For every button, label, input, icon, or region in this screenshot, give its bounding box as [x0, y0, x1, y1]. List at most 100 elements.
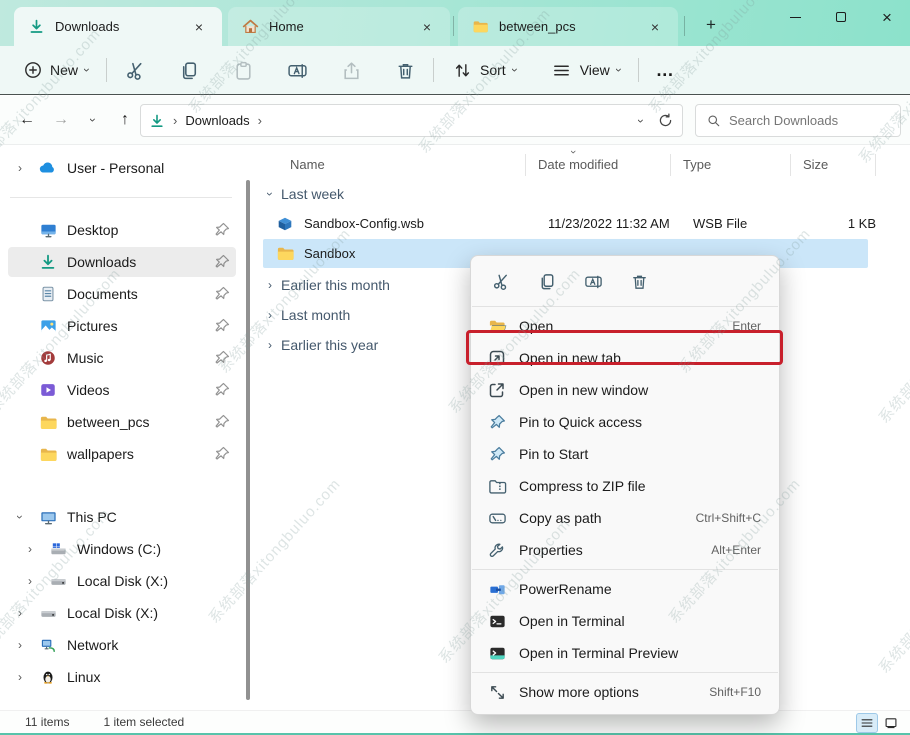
chevron-right-icon[interactable]: › [18, 574, 42, 588]
tab-downloads[interactable]: Downloads × [14, 7, 222, 46]
share-button[interactable] [331, 53, 371, 87]
menu-item-powerrename[interactable]: PowerRename [475, 573, 775, 605]
chevron-down-icon: › [612, 68, 626, 72]
paste-button[interactable] [223, 53, 263, 87]
column-header-size[interactable]: Size [803, 157, 828, 172]
details-view-button[interactable] [856, 713, 878, 733]
folder-icon [38, 444, 58, 464]
sidebar-item-music[interactable]: Music [8, 343, 236, 373]
group-header-earlier-this-month[interactable]: › Earlier this month [259, 272, 390, 298]
column-header-type[interactable]: Type [683, 157, 711, 172]
sidebar-item-between-pcs[interactable]: between_pcs [8, 407, 236, 437]
chevron-right-icon[interactable]: › [8, 606, 32, 620]
new-tab-button[interactable]: + [698, 12, 724, 38]
cut-button[interactable] [115, 53, 155, 87]
sidebar-item-network[interactable]: › Network [8, 630, 236, 660]
address-dropdown-icon[interactable]: › [634, 119, 648, 123]
breadcrumb[interactable]: Downloads [185, 113, 249, 128]
menu-item-label: Properties [519, 542, 711, 558]
sort-direction-icon: › [567, 150, 579, 154]
chevron-right-icon[interactable]: › [8, 638, 32, 652]
new-button[interactable]: New › [14, 53, 98, 87]
sidebar-item-documents[interactable]: Documents [8, 279, 236, 309]
sidebar-scrollbar[interactable] [246, 180, 250, 700]
sidebar-item-onedrive[interactable]: › User - Personal [8, 153, 236, 183]
up-button[interactable]: ↑ [110, 105, 140, 135]
new-button-label: New [50, 62, 78, 78]
file-row-sandbox-config[interactable]: Sandbox-Config.wsb 11/23/2022 11:32 AM W… [263, 209, 868, 238]
trash-icon[interactable] [623, 267, 655, 295]
pin-icon [214, 222, 230, 238]
chevron-right-icon[interactable]: › [8, 161, 32, 175]
menu-item-pin-to-quick-access[interactable]: Pin to Quick access [475, 406, 775, 438]
tab-close-icon[interactable]: × [642, 14, 668, 40]
group-header-last-month[interactable]: › Last month [259, 302, 350, 328]
sidebar-item-videos[interactable]: Videos [8, 375, 236, 405]
sidebar-item-desktop[interactable]: Desktop [8, 215, 236, 245]
rename-icon [286, 59, 308, 81]
group-header-earlier-this-year[interactable]: › Earlier this year [259, 332, 378, 358]
rename-button[interactable] [277, 53, 317, 87]
copy-icon[interactable] [531, 267, 563, 295]
wsb-file-icon [275, 214, 295, 234]
chevron-right-icon: › [258, 113, 262, 128]
column-header-date[interactable]: Date modified [538, 157, 618, 172]
chevron-right-icon[interactable]: › [18, 542, 42, 556]
sidebar-item-local-disk-x1[interactable]: › Local Disk (X:) [18, 566, 236, 596]
forward-button[interactable]: → [46, 105, 76, 135]
column-divider [670, 154, 671, 176]
tab-between-pcs[interactable]: between_pcs × [458, 7, 678, 46]
menu-item-copy-as-path[interactable]: Copy as path Ctrl+Shift+C [475, 502, 775, 534]
file-explorer-window: Downloads × Home × between_pcs × + × [0, 0, 910, 735]
sidebar-item-label: This PC [67, 509, 236, 525]
chevron-down-icon[interactable]: › [13, 505, 27, 529]
menu-item-open-in-terminal[interactable]: Open in Terminal [475, 605, 775, 637]
downloads-icon [38, 252, 58, 272]
sidebar-item-pictures[interactable]: Pictures [8, 311, 236, 341]
sidebar-item-linux[interactable]: › Linux [8, 662, 236, 692]
refresh-icon[interactable] [657, 112, 674, 129]
sort-button[interactable]: Sort › [442, 53, 526, 87]
menu-item-show-more-options[interactable]: Show more options Shift+F10 [475, 676, 775, 708]
menu-item-open-in-terminal-preview[interactable]: Open in Terminal Preview [475, 637, 775, 669]
more-options-button[interactable]: … [647, 53, 683, 87]
copy-button[interactable] [169, 53, 209, 87]
rename-icon[interactable] [577, 267, 609, 295]
chevron-down-icon: › [508, 68, 522, 72]
sidebar-item-label: Windows (C:) [77, 541, 236, 557]
group-header-last-week[interactable]: › Last week [259, 181, 344, 207]
back-button[interactable]: ← [12, 105, 42, 135]
menu-item-properties[interactable]: Properties Alt+Enter [475, 534, 775, 566]
tab-home[interactable]: Home × [228, 7, 450, 46]
search-icon [706, 113, 721, 128]
column-header-name[interactable]: Name [290, 157, 325, 172]
thumbnail-view-button[interactable] [880, 713, 902, 733]
cut-icon[interactable] [485, 267, 517, 295]
sidebar-item-downloads[interactable]: Downloads [8, 247, 236, 277]
folder-icon [472, 18, 489, 35]
sidebar-item-windows-c[interactable]: › Windows (C:) [18, 534, 236, 564]
tab-close-icon[interactable]: × [414, 14, 440, 40]
menu-item-compress-to-zip[interactable]: Compress to ZIP file [475, 470, 775, 502]
view-button[interactable]: View › [542, 53, 630, 87]
sidebar-item-local-disk-x2[interactable]: › Local Disk (X:) [8, 598, 236, 628]
menu-item-pin-to-start[interactable]: Pin to Start [475, 438, 775, 470]
chevron-right-icon[interactable]: › [8, 670, 32, 684]
minimize-button[interactable] [772, 0, 818, 34]
maximize-button[interactable] [818, 0, 864, 34]
sidebar-item-this-pc[interactable]: › This PC [8, 502, 236, 532]
folder-icon [38, 412, 58, 432]
context-menu-quick-actions [471, 261, 779, 303]
close-button[interactable]: × [864, 0, 910, 34]
thumbnail-view-icon [884, 716, 898, 730]
address-bar[interactable]: › Downloads › › [140, 104, 683, 137]
navigation-pane: › User - Personal Desktop Downloads Docu… [0, 145, 245, 710]
pin-icon [214, 350, 230, 366]
properties-icon [487, 540, 507, 560]
tab-close-icon[interactable]: × [186, 14, 212, 40]
delete-button[interactable] [385, 53, 425, 87]
recent-locations-button[interactable]: › [78, 105, 108, 135]
menu-item-open-in-new-window[interactable]: Open in new window [475, 374, 775, 406]
search-input[interactable] [729, 113, 889, 128]
sidebar-item-wallpapers[interactable]: wallpapers [8, 439, 236, 469]
